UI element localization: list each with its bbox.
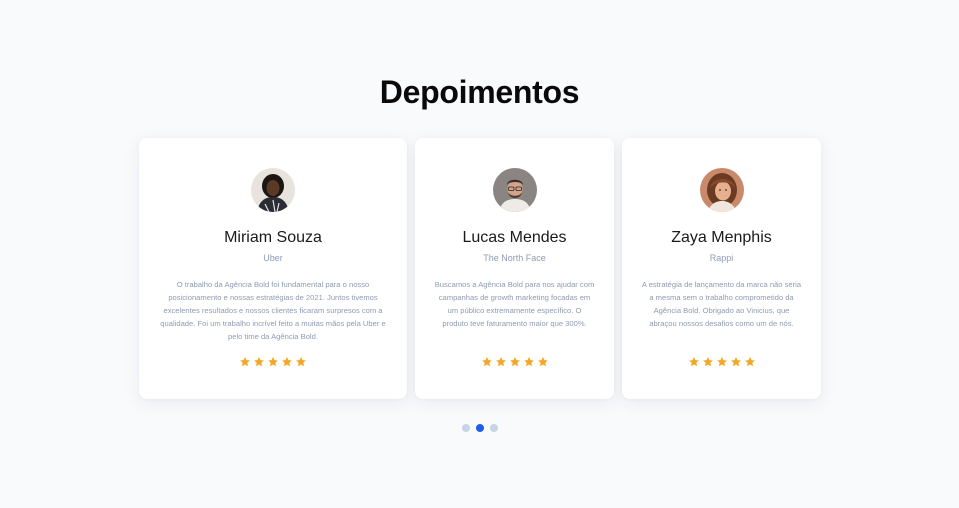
carousel-dot-2[interactable]	[475, 424, 484, 432]
star-icon	[730, 356, 742, 368]
testimonial-quote: Buscamos a Agência Bold para nos ajudar …	[434, 280, 595, 328]
star-icon	[253, 356, 265, 368]
testimonial-name: Miriam Souza	[224, 229, 322, 246]
testimonial-quote: O trabalho da Agência Bold foi fundament…	[160, 280, 386, 341]
star-icon	[702, 356, 714, 368]
star-icon	[281, 356, 293, 368]
section-title: Depoimentos	[379, 74, 580, 110]
avatar	[492, 168, 537, 212]
carousel-dot-1[interactable]	[461, 424, 470, 432]
avatar	[251, 168, 295, 212]
testimonial-company: The North Face	[483, 253, 546, 263]
testimonial-company: Uber	[263, 253, 283, 263]
star-icon	[295, 356, 307, 368]
star-icon	[744, 356, 756, 368]
avatar-photo-icon	[251, 168, 295, 212]
star-icon	[716, 356, 728, 368]
avatar	[699, 168, 744, 212]
avatar-photo-icon	[699, 168, 744, 212]
star-icon	[688, 356, 700, 368]
carousel-pagination	[0, 424, 959, 432]
testimonial-name: Zaya Menphis	[671, 229, 772, 246]
testimonial-card: Zaya Menphis Rappi A estratégia de lança…	[622, 138, 821, 399]
star-icon	[495, 356, 507, 368]
testimonial-card: Lucas Mendes The North Face Buscamos a A…	[415, 138, 614, 399]
star-icon	[537, 356, 549, 368]
star-rating	[415, 356, 614, 368]
testimonials-section: Depoimentos Miriam Souza Uber O trabalho…	[0, 0, 959, 508]
star-rating	[622, 356, 821, 368]
avatar-photo-icon	[492, 168, 537, 212]
star-icon	[239, 356, 251, 368]
testimonial-company: Rappi	[709, 253, 734, 263]
star-icon	[509, 356, 521, 368]
testimonial-name: Lucas Mendes	[462, 229, 567, 246]
star-rating	[139, 356, 407, 368]
carousel-dot-3[interactable]	[489, 424, 498, 432]
star-icon	[523, 356, 535, 368]
star-icon	[481, 356, 493, 368]
testimonial-card: Miriam Souza Uber O trabalho da Agência …	[139, 138, 407, 399]
star-icon	[267, 356, 279, 368]
testimonial-quote: A estratégia de lançamento da marca não …	[641, 280, 802, 328]
